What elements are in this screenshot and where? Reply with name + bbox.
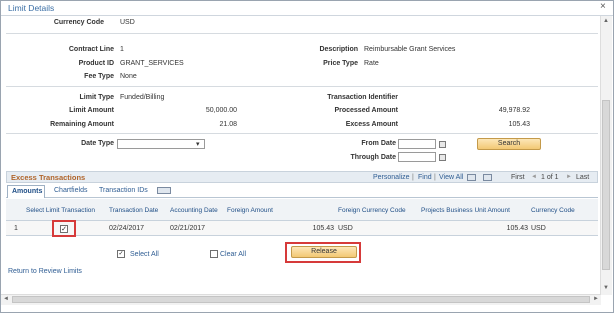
pager-text: 1 of 1 [541,174,559,181]
next-icon[interactable]: ► [566,174,572,180]
window-title: Limit Details [8,3,55,13]
accounting-date-cell: 02/21/2017 [170,225,206,232]
product-id-label: Product ID [78,60,114,67]
last-link[interactable]: Last [576,174,589,181]
price-type-label: Price Type [323,60,358,67]
scroll-right-icon[interactable]: ► [593,296,599,302]
divider [6,133,598,134]
col-header-pbu-amount[interactable]: Projects Business Unit Amount [421,207,510,214]
calendar-icon[interactable] [439,154,446,161]
price-type-value: Rate [364,60,379,67]
search-button[interactable]: Search [477,138,541,150]
horizontal-scroll-thumb[interactable] [12,296,590,303]
limit-type-value: Funded/Billing [120,94,165,101]
col-header-currency-code[interactable]: Currency Code [531,207,575,214]
description-label: Description [319,46,358,53]
download-icon[interactable] [467,174,476,181]
fee-type-value: None [120,73,137,80]
divider [6,33,598,34]
scroll-down-icon[interactable]: ▼ [603,285,609,291]
show-all-columns-icon[interactable] [157,187,171,194]
divider [6,86,598,87]
tab-amounts[interactable]: Amounts [7,185,45,198]
first-link[interactable]: First [511,174,525,181]
currency-code-label: Currency Code [53,19,104,26]
transaction-date-cell: 02/24/2017 [109,225,145,232]
description-value: Reimbursable Grant Services [364,46,456,53]
col-header-transaction-date[interactable]: Transaction Date [109,207,158,214]
processed-amount-label: Processed Amount [334,107,398,114]
return-to-review-limits-link[interactable]: Return to Review Limits [8,268,82,275]
view-all-link[interactable]: View All [439,174,463,181]
foreign-amount-cell: 105.43 [312,225,334,232]
col-header-foreign-currency[interactable]: Foreign Currency Code [338,207,406,214]
clear-all-icon[interactable] [210,250,218,258]
clear-all-link[interactable]: Clear All [220,251,246,258]
grid-title: Excess Transactions [11,173,86,182]
transaction-identifier-label: Transaction Identifier [327,94,398,101]
date-type-label: Date Type [81,140,114,147]
from-date-input[interactable] [398,139,436,149]
tab-transaction-ids[interactable]: Transaction IDs [95,185,152,198]
limit-amount-label: Limit Amount [69,107,114,114]
contract-line-label: Contract Line [68,46,114,53]
close-icon[interactable]: × [600,1,606,12]
foreign-currency-cell: USD [338,225,353,232]
date-type-select[interactable]: ▾ [117,139,205,149]
remaining-amount-label: Remaining Amount [50,121,114,128]
separator: | [412,174,414,181]
prev-icon[interactable]: ◄ [531,174,537,180]
remaining-amount-value: 21.08 [219,121,237,128]
through-date-input[interactable] [398,152,436,162]
currency-code-value: USD [120,19,135,26]
col-header-accounting-date[interactable]: Accounting Date [170,207,218,214]
contract-line-value: 1 [120,46,124,53]
col-header-foreign-amount[interactable]: Foreign Amount [227,207,273,214]
select-all-icon[interactable]: ✓ [117,250,125,258]
zoom-icon[interactable] [483,174,492,181]
select-all-link[interactable]: Select All [130,251,159,258]
grid-header [6,171,598,183]
calendar-icon[interactable] [439,141,446,148]
tab-chartfields[interactable]: Chartfields [50,185,91,198]
row-number: 1 [14,225,18,232]
from-date-label: From Date [361,140,396,147]
through-date-label: Through Date [350,154,397,161]
limit-type-label: Limit Type [79,94,114,101]
scroll-left-icon[interactable]: ◄ [3,296,9,302]
separator: | [434,174,436,181]
title-bar [1,1,613,16]
scroll-up-icon[interactable]: ▲ [603,18,609,24]
highlight-checkbox [52,220,76,237]
fee-type-label: Fee Type [84,73,114,80]
limit-amount-value: 50,000.00 [205,107,237,114]
excess-amount-value: 105.43 [508,121,530,128]
find-link[interactable]: Find [418,174,432,181]
currency-code-cell: USD [531,225,546,232]
personalize-link[interactable]: Personalize [373,174,410,181]
excess-amount-label: Excess Amount [345,121,398,128]
vertical-scroll-thumb[interactable] [602,100,610,270]
product-id-value: GRANT_SERVICES [120,60,184,67]
chevron-down-icon: ▾ [196,141,200,148]
pbu-amount-cell: 105.43 [506,225,528,232]
processed-amount-value: 49,978.92 [498,107,530,114]
highlight-release [285,242,361,263]
col-header-select[interactable]: Select Limit Transaction [26,207,95,214]
